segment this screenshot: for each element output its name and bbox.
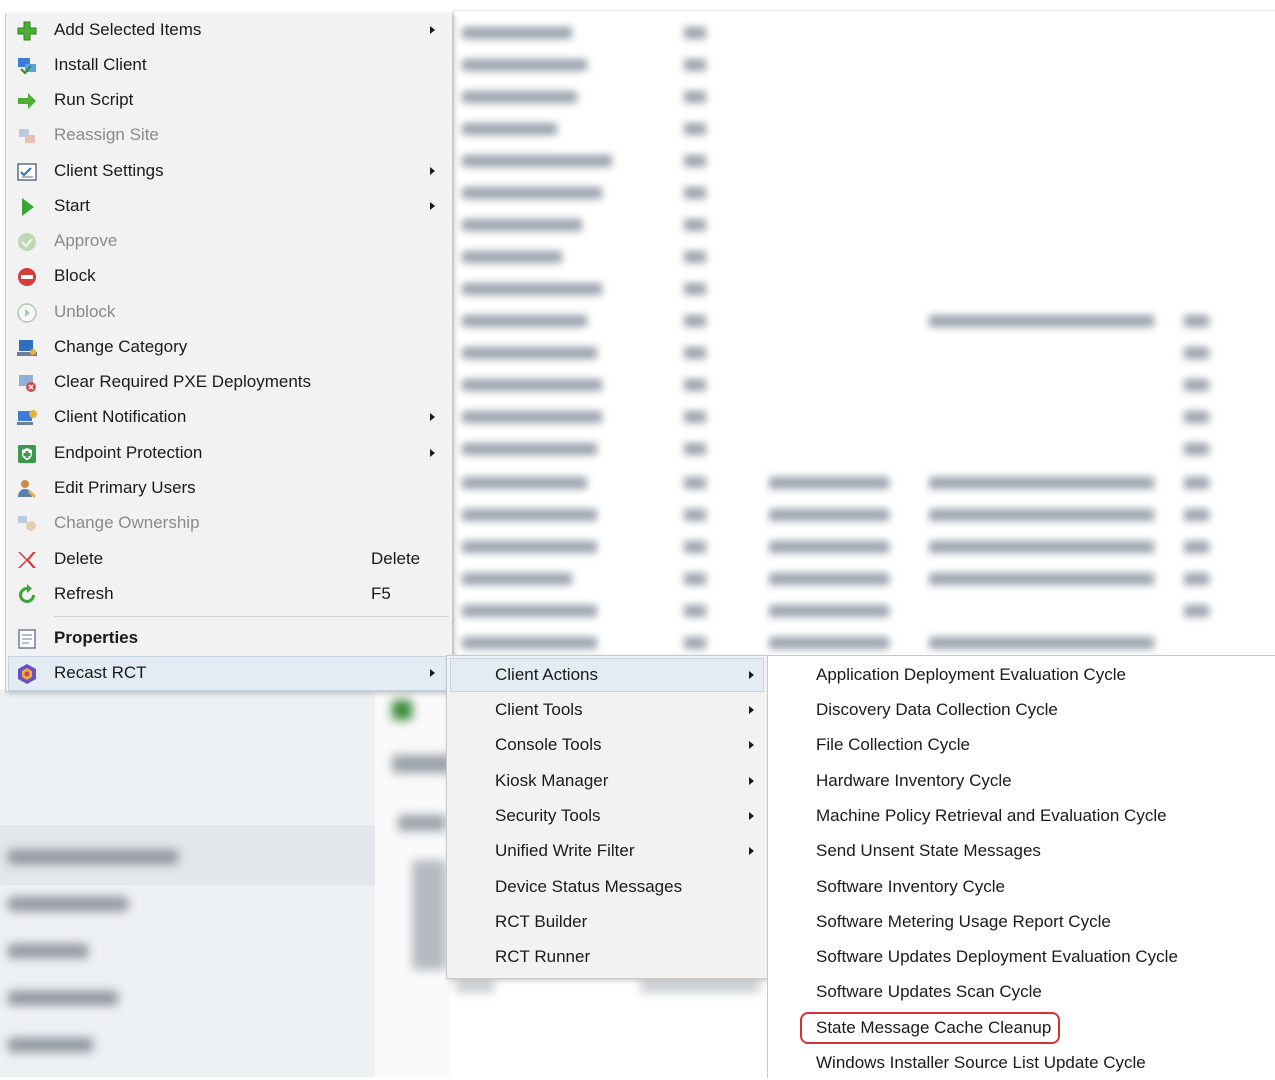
menu-item-add-selected-items[interactable]: Add Selected Items (6, 13, 452, 47)
menu-item-clear-required-pxe-deployments[interactable]: Clear Required PXE Deployments (6, 365, 452, 399)
play-icon (22, 198, 34, 216)
menu-item-delete[interactable]: Delete Delete (6, 542, 452, 576)
change-category-icon (17, 340, 37, 356)
menu-item-endpoint-protection[interactable]: Endpoint Protection (6, 436, 452, 470)
submenu-arrow-icon (749, 812, 754, 820)
device-context-menu: Add Selected Items Install Client Run Sc… (5, 13, 453, 692)
submenu-item-security-tools[interactable]: Security Tools (447, 799, 767, 833)
pxe-icon (19, 375, 36, 392)
submenu-arrow-icon (430, 449, 435, 457)
submenu-item-rct-runner[interactable]: RCT Runner (447, 940, 767, 974)
submenu-arrow-icon (749, 777, 754, 785)
action-send-unsent-state-messages[interactable]: Send Unsent State Messages (768, 834, 1275, 868)
submenu-arrow-icon (430, 413, 435, 421)
shortcut-f5: F5 (371, 584, 391, 603)
action-file-collection-cycle[interactable]: File Collection Cycle (768, 728, 1275, 762)
red-highlight-annotation (800, 1012, 1060, 1044)
menu-item-block[interactable]: Block (6, 259, 452, 293)
submenu-item-kiosk-manager[interactable]: Kiosk Manager (447, 764, 767, 798)
submenu-arrow-icon (430, 167, 435, 175)
menu-separator (54, 616, 449, 617)
submenu-item-client-tools[interactable]: Client Tools (447, 693, 767, 727)
action-machine-policy-retrieval-and-evaluation-cycle[interactable]: Machine Policy Retrieval and Evaluation … (768, 799, 1275, 833)
delete-icon (18, 552, 36, 568)
menu-item-install-client[interactable]: Install Client (6, 48, 452, 82)
menu-item-change-category[interactable]: Change Category (6, 330, 452, 364)
action-software-updates-deployment-evaluation-cycle[interactable]: Software Updates Deployment Evaluation C… (768, 940, 1275, 974)
unblock-icon (17, 303, 37, 323)
submenu-arrow-icon (430, 669, 435, 677)
action-windows-installer-source-list-update-cycle[interactable]: Windows Installer Source List Update Cyc… (768, 1046, 1275, 1080)
menu-item-reassign-site[interactable]: Reassign Site (6, 118, 452, 152)
client-notification-icon (17, 410, 37, 425)
change-ownership-icon (18, 516, 36, 531)
approve-icon (18, 233, 36, 251)
menu-item-refresh[interactable]: Refresh F5 (6, 577, 452, 611)
submenu-arrow-icon (749, 847, 754, 855)
primary-users-icon (18, 480, 36, 498)
client-settings-icon (17, 163, 37, 181)
submenu-arrow-icon (749, 706, 754, 714)
menu-item-client-settings[interactable]: Client Settings (6, 154, 452, 188)
action-software-updates-scan-cycle[interactable]: Software Updates Scan Cycle (768, 975, 1275, 1009)
menu-item-start[interactable]: Start (6, 189, 452, 223)
submenu-item-device-status-messages[interactable]: Device Status Messages (447, 870, 767, 904)
recast-rct-submenu: Client Actions Client Tools Console Tool… (446, 655, 768, 979)
action-discovery-data-collection-cycle[interactable]: Discovery Data Collection Cycle (768, 693, 1275, 727)
reassign-site-icon (19, 129, 35, 143)
menu-item-unblock[interactable]: Unblock (6, 295, 452, 329)
submenu-arrow-icon (430, 202, 435, 210)
menu-item-change-ownership[interactable]: Change Ownership (6, 506, 452, 540)
menu-item-client-notification[interactable]: Client Notification (6, 400, 452, 434)
recast-icon (18, 664, 36, 684)
install-client-icon (18, 58, 36, 75)
action-software-metering-usage-report-cycle[interactable]: Software Metering Usage Report Cycle (768, 905, 1275, 939)
menu-item-run-script[interactable]: Run Script (6, 83, 452, 117)
submenu-arrow-icon (749, 671, 754, 679)
refresh-icon (19, 584, 35, 603)
endpoint-protection-icon (18, 445, 36, 463)
shortcut-delete: Delete (371, 549, 421, 568)
action-hardware-inventory-cycle[interactable]: Hardware Inventory Cycle (768, 764, 1275, 798)
submenu-arrow-icon (430, 26, 435, 34)
menu-item-approve[interactable]: Approve (6, 224, 452, 258)
plus-icon (17, 21, 37, 41)
menu-item-recast-rct[interactable]: Recast RCT (6, 656, 452, 690)
action-application-deployment-evaluation-cycle[interactable]: Application Deployment Evaluation Cycle (768, 658, 1275, 692)
submenu-item-rct-builder[interactable]: RCT Builder (447, 905, 767, 939)
arrow-right-icon (18, 93, 36, 109)
submenu-item-client-actions[interactable]: Client Actions (447, 658, 767, 692)
action-software-inventory-cycle[interactable]: Software Inventory Cycle (768, 870, 1275, 904)
menu-item-properties[interactable]: Properties (6, 621, 452, 655)
block-icon (18, 268, 36, 286)
device-list-blurred (453, 10, 1275, 656)
submenu-item-unified-write-filter[interactable]: Unified Write Filter (447, 834, 767, 868)
menu-item-edit-primary-users[interactable]: Edit Primary Users (6, 471, 452, 505)
submenu-item-console-tools[interactable]: Console Tools (447, 728, 767, 762)
submenu-arrow-icon (749, 741, 754, 749)
properties-icon (18, 629, 36, 649)
